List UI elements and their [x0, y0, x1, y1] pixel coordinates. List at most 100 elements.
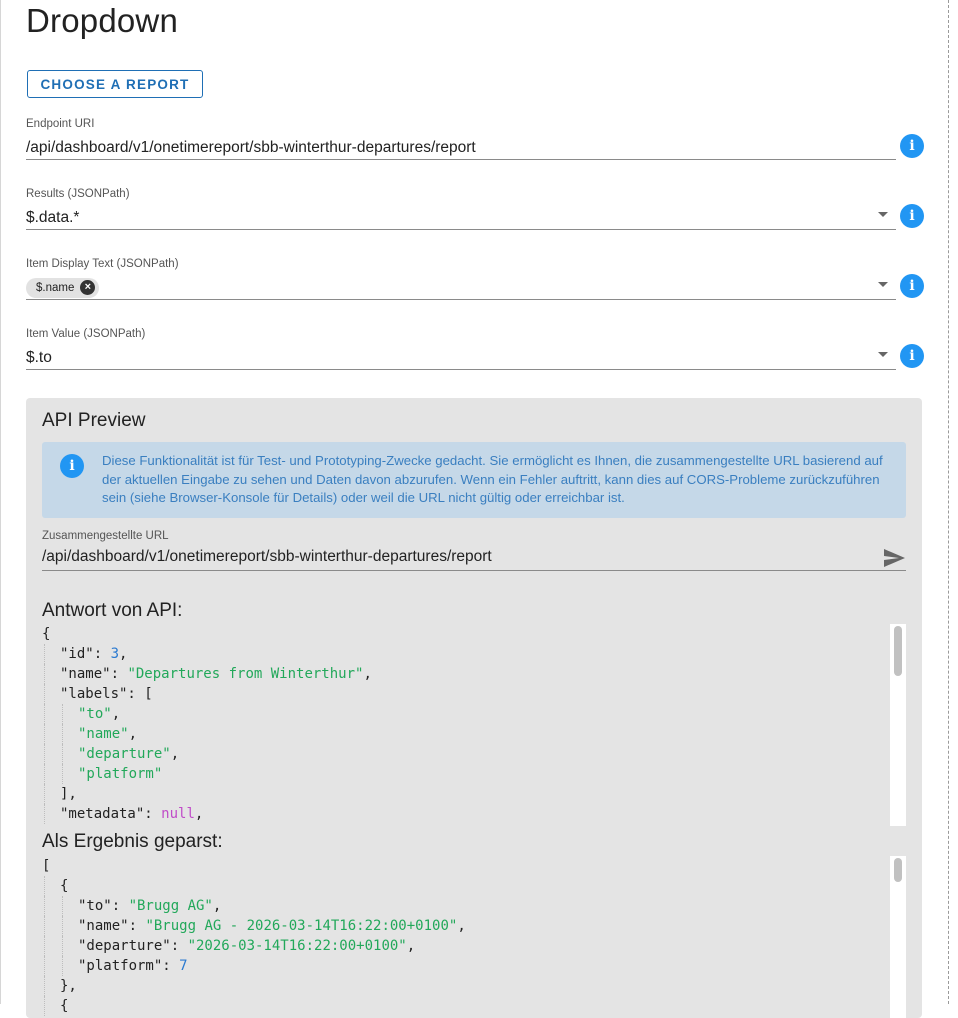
indent-guide — [62, 704, 63, 724]
code-token: "platform" — [78, 766, 163, 782]
code-token: "to": — [78, 898, 129, 914]
chip-close-icon[interactable]: × — [80, 280, 96, 296]
indent-guide — [44, 664, 45, 684]
code-line: { — [42, 996, 906, 1016]
api-response-code: {"id": 3, "name": "Departures from Winter… — [42, 624, 906, 826]
code-token: "name": — [60, 666, 128, 682]
code-token: , — [457, 918, 466, 934]
code-line: { — [42, 876, 906, 896]
code-line: ], — [42, 784, 906, 804]
code-line: "name", — [42, 724, 906, 744]
item-value-chevron-down-icon[interactable] — [878, 352, 888, 357]
code-line: "platform" — [42, 764, 906, 784]
item-display-text-input[interactable]: $.name × — [26, 277, 896, 299]
item-display-text-chevron-down-icon[interactable] — [878, 282, 888, 287]
code-line: "metadata": null, — [42, 804, 906, 824]
info-icon: i — [60, 454, 84, 478]
code-token: , — [111, 706, 121, 722]
indent-guide — [44, 896, 45, 916]
name-chip: $.name × — [26, 277, 100, 298]
composed-url-input[interactable]: /api/dashboard/v1/onetimereport/sbb-wint… — [42, 548, 492, 566]
code-line: "labels": [ — [42, 684, 906, 704]
code-token: , — [170, 746, 180, 762]
item-display-text-underline — [26, 299, 896, 300]
item-value-input[interactable]: $.to — [26, 347, 896, 369]
parsed-result-lines: [{"to": "Brugg AG", "name": "Brugg AG - 2… — [42, 856, 906, 1016]
indent-guide — [62, 744, 63, 764]
indent-guide — [62, 896, 63, 916]
code-line: "to", — [42, 704, 906, 724]
results-input[interactable]: $.data.* — [26, 207, 896, 229]
code-token: { — [42, 626, 51, 642]
endpoint-uri-info-icon[interactable]: i — [900, 134, 924, 158]
item-value-underline — [26, 369, 896, 370]
endpoint-uri-input[interactable]: /api/dashboard/v1/onetimereport/sbb-wint… — [26, 137, 896, 159]
page-title: Dropdown — [26, 2, 179, 39]
send-icon[interactable] — [882, 546, 906, 570]
preview-info-box: i Diese Funktionalität ist für Test- und… — [42, 442, 906, 518]
code-token: "to" — [78, 706, 112, 722]
indent-guide — [44, 976, 45, 996]
api-preview-panel: API Preview i Diese Funktionalität ist f… — [26, 398, 922, 1018]
code-token: , — [119, 646, 128, 662]
choose-report-button[interactable]: CHOOSE A REPORT — [27, 70, 203, 98]
parsed-result-code: [{"to": "Brugg AG", "name": "Brugg AG - 2… — [42, 856, 906, 1018]
indent-guide — [44, 684, 45, 704]
indent-guide — [44, 996, 45, 1016]
indent-guide — [44, 724, 45, 744]
code-token: , — [194, 806, 204, 822]
code-line: "platform": 7 — [42, 956, 906, 976]
api-response-scrollbar[interactable] — [890, 624, 906, 826]
item-display-text-info-icon[interactable]: i — [900, 274, 924, 298]
indent-guide — [44, 916, 45, 936]
code-token: "Departures from Winterthur" — [127, 666, 364, 682]
code-line: "to": "Brugg AG", — [42, 896, 906, 916]
preview-info-text: Diese Funktionalität ist für Test- und P… — [102, 453, 883, 505]
results-label: Results (JSONPath) — [26, 188, 130, 200]
code-token: , — [363, 666, 372, 682]
results-info-icon[interactable]: i — [900, 204, 924, 228]
api-response-scroll-thumb[interactable] — [894, 626, 902, 676]
endpoint-uri-underline — [26, 159, 896, 160]
code-line: }, — [42, 976, 906, 996]
code-line: [ — [42, 856, 906, 876]
api-response-lines: {"id": 3, "name": "Departures from Winter… — [42, 624, 906, 824]
indent-guide — [44, 644, 45, 664]
code-token: "Brugg AG - 2026-03-14T16:22:00+0100" — [145, 918, 458, 934]
code-token: , — [212, 898, 222, 914]
results-underline — [26, 229, 896, 230]
parsed-result-scroll-thumb[interactable] — [894, 858, 902, 882]
results-chevron-down-icon[interactable] — [878, 212, 888, 217]
indent-guide — [44, 936, 45, 956]
parsed-result-scrollbar[interactable] — [890, 856, 906, 1018]
composed-url-underline — [42, 570, 906, 571]
code-line: "departure", — [42, 744, 906, 764]
code-token: "metadata": — [60, 806, 162, 822]
code-token: , — [406, 938, 416, 954]
api-preview-title: API Preview — [42, 410, 146, 431]
item-display-text-label: Item Display Text (JSONPath) — [26, 258, 179, 270]
code-token: "labels": [ — [60, 686, 153, 702]
item-value-field[interactable]: Item Value (JSONPath) $.to — [26, 327, 896, 370]
code-token: "2026-03-14T16:22:00+0100" — [187, 938, 407, 954]
chip-label: $.name — [36, 281, 75, 294]
code-token: { — [60, 998, 69, 1014]
indent-guide — [44, 784, 45, 804]
endpoint-uri-label: Endpoint URI — [26, 118, 95, 130]
code-line: "departure": "2026-03-14T16:22:00+0100", — [42, 936, 906, 956]
results-field[interactable]: Results (JSONPath) $.data.* — [26, 187, 896, 230]
code-token: 7 — [179, 958, 188, 974]
item-value-info-icon[interactable]: i — [900, 344, 924, 368]
code-token: "departure": — [78, 938, 188, 954]
code-token: [ — [42, 858, 51, 874]
code-token: }, — [60, 978, 77, 994]
endpoint-uri-field[interactable]: Endpoint URI /api/dashboard/v1/onetimere… — [26, 117, 896, 160]
page-border-left — [0, 0, 1, 1004]
code-token: "platform": — [78, 958, 180, 974]
code-token: 3 — [110, 646, 120, 662]
indent-guide — [62, 724, 63, 744]
item-display-text-field[interactable]: Item Display Text (JSONPath) $.name × — [26, 257, 896, 300]
code-token: , — [128, 726, 138, 742]
indent-guide — [44, 744, 45, 764]
code-token: null — [161, 806, 195, 822]
